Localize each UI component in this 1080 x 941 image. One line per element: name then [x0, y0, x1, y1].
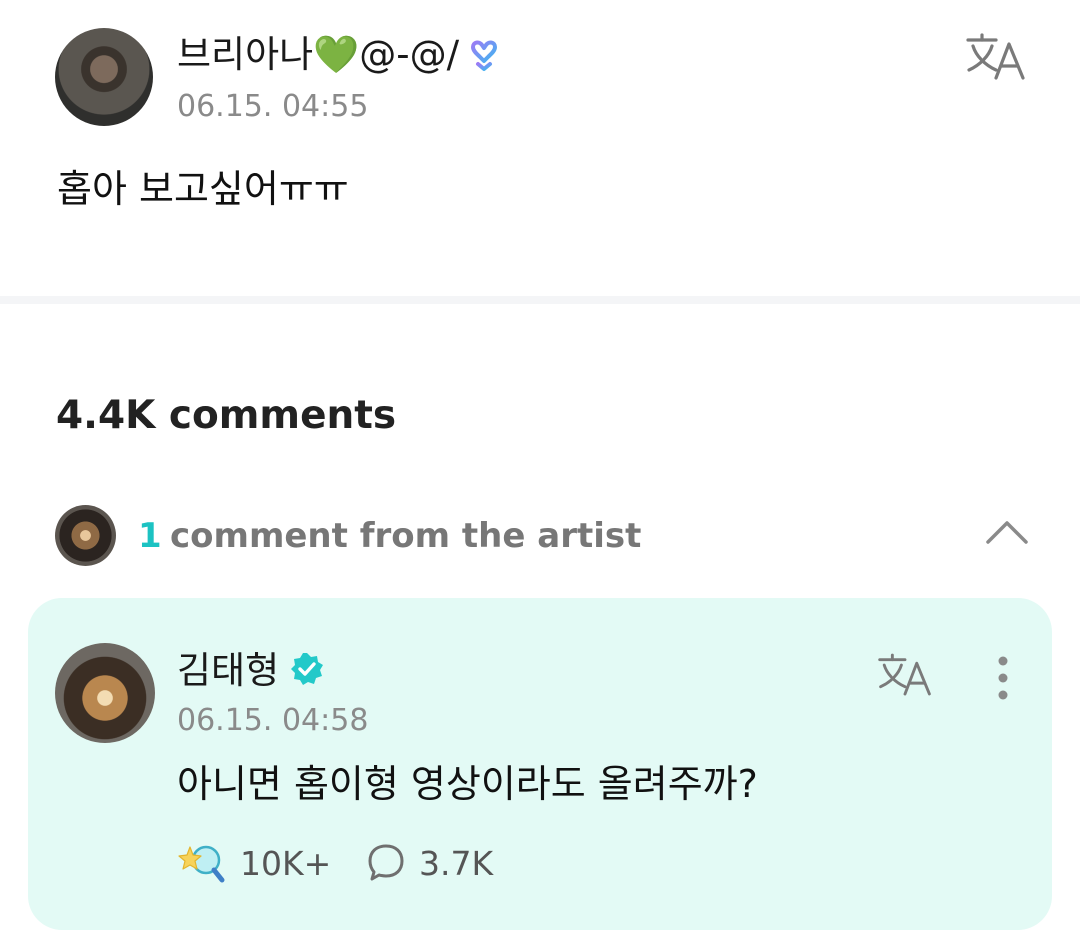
more-options-icon[interactable]	[993, 655, 1013, 701]
artist-comment-body: 아니면 홉이형 영상이라도 올려주까?	[177, 762, 758, 806]
chevron-up-icon[interactable]	[985, 518, 1029, 546]
post-timestamp: 06.15. 04:55	[177, 89, 369, 124]
translate-icon[interactable]	[965, 32, 1027, 82]
translate-icon[interactable]	[877, 652, 933, 698]
artist-avatar-small	[55, 505, 116, 566]
cheer-icon[interactable]	[178, 838, 226, 886]
weverse-membership-icon	[471, 40, 497, 71]
artist-comment-timestamp: 06.15. 04:58	[177, 703, 369, 738]
reply-count: 3.7K	[419, 844, 494, 883]
reply-icon[interactable]	[366, 842, 406, 882]
artist-comment-label[interactable]: comment from the artist	[170, 515, 641, 557]
artist-name[interactable]: 김태형	[177, 648, 279, 694]
post-body-text: 홉아 보고싶어ㅠㅠ	[57, 167, 349, 211]
comments-count-heading: 4.4K comments	[56, 393, 397, 438]
artist-avatar[interactable]	[55, 643, 155, 743]
artist-comment-count[interactable]: 1	[138, 515, 162, 557]
verified-badge-icon	[291, 653, 323, 685]
post-author-name[interactable]: 브리아나💚@-@/	[177, 32, 459, 78]
post-author-avatar[interactable]	[55, 28, 153, 126]
cheer-count: 10K+	[240, 844, 332, 883]
section-divider	[0, 296, 1080, 304]
